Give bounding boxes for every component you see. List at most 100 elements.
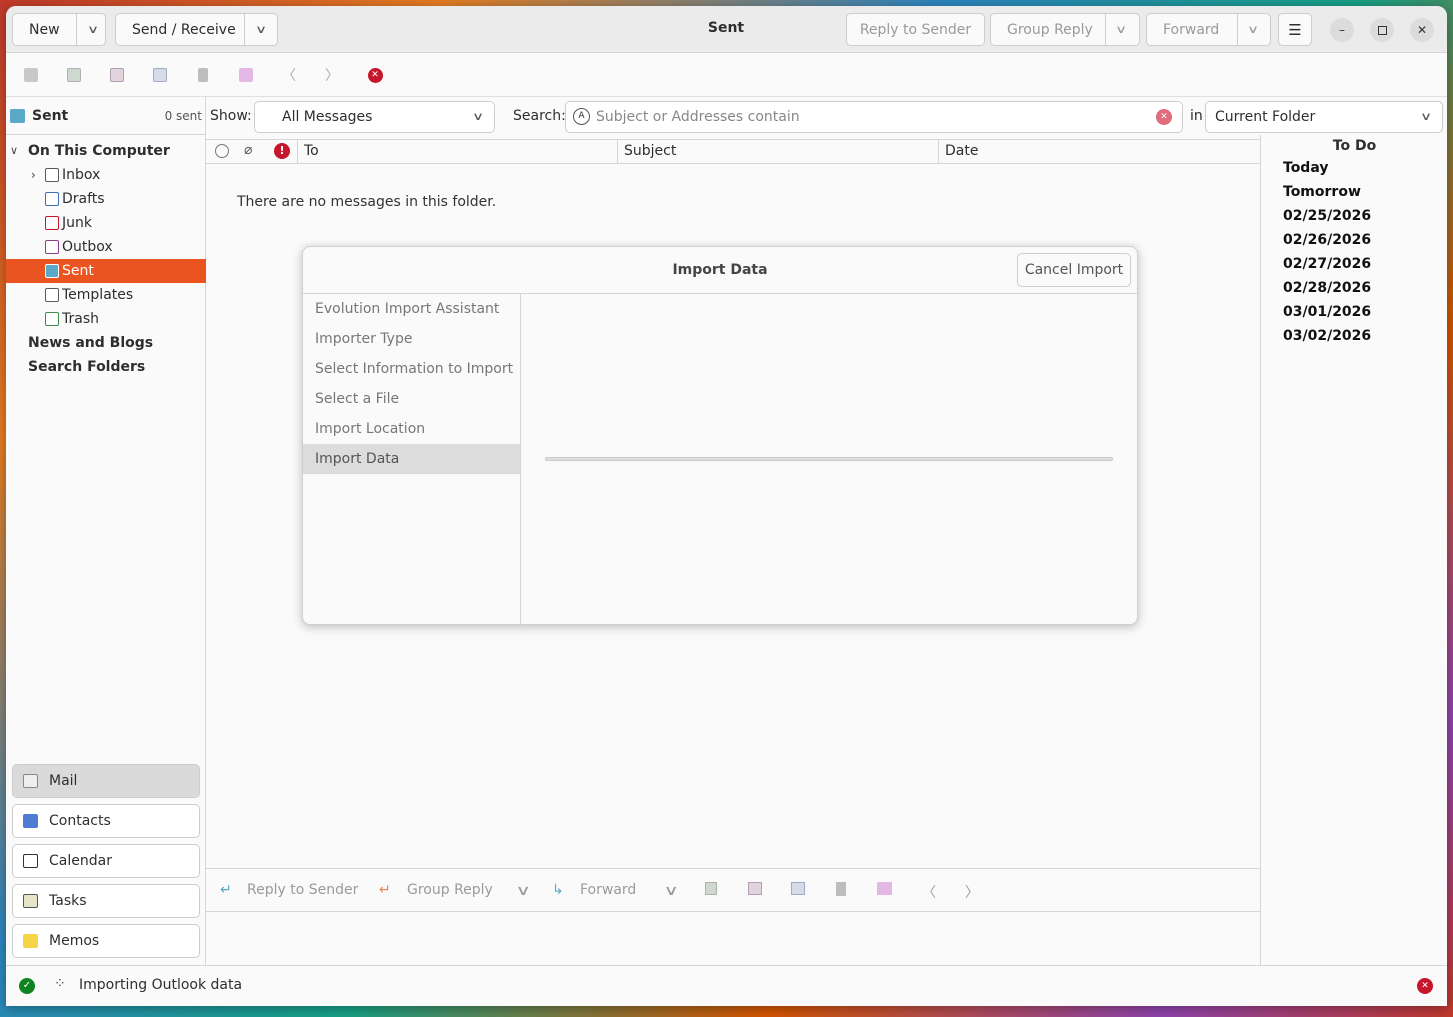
- previous-icon[interactable]: 〈: [922, 882, 936, 902]
- send-receive-button[interactable]: Send / Receive ∨: [115, 13, 278, 46]
- search-placeholder: Subject or Addresses contain: [596, 109, 800, 125]
- close-button[interactable]: ✕: [1410, 18, 1434, 42]
- account-on-this-computer[interactable]: ∨ On This Computer: [6, 139, 206, 163]
- todo-panel: To Do Today Tomorrow 02/25/2026 02/26/20…: [1260, 135, 1447, 965]
- account-search-folders[interactable]: Search Folders: [6, 355, 206, 379]
- switcher-mail-label: Mail: [49, 773, 78, 789]
- expander-closed-icon[interactable]: ›: [31, 163, 36, 187]
- chevron-down-icon[interactable]: ∨: [515, 883, 530, 899]
- menu-button[interactable]: ☰: [1278, 13, 1312, 46]
- account-label: On This Computer: [28, 143, 170, 159]
- online-status-icon[interactable]: ✓: [19, 978, 35, 994]
- hamburger-icon: ☰: [1288, 20, 1302, 39]
- group-reply-button[interactable]: Group Reply ∨: [990, 13, 1140, 46]
- print-icon[interactable]: [22, 66, 40, 84]
- folder-header: Sent 0 sent: [6, 97, 206, 135]
- switcher-mail[interactable]: Mail: [12, 764, 200, 798]
- dialog-title: Import Data: [672, 262, 768, 278]
- todo-date[interactable]: 02/26/2026: [1283, 232, 1371, 248]
- trash-icon: [45, 312, 59, 326]
- read-status-column-icon[interactable]: [215, 144, 229, 158]
- todo-date[interactable]: 02/25/2026: [1283, 208, 1371, 224]
- todo-date[interactable]: 02/28/2026: [1283, 280, 1371, 296]
- junk-icon[interactable]: [108, 66, 126, 84]
- step-evolution-import-assistant: Evolution Import Assistant: [315, 301, 500, 317]
- column-date[interactable]: Date: [938, 140, 1260, 163]
- previous-icon[interactable]: 〈: [280, 66, 298, 84]
- step-import-data: Import Data: [303, 444, 520, 474]
- preview-group-reply[interactable]: Group Reply: [407, 882, 493, 898]
- junk-icon[interactable]: [748, 882, 762, 899]
- folder-inbox[interactable]: › Inbox: [6, 163, 206, 187]
- show-filter-select[interactable]: All Messages ∨: [254, 101, 495, 133]
- image-icon[interactable]: [237, 66, 255, 84]
- reply-to-sender-button[interactable]: Reply to Sender: [846, 13, 985, 46]
- stop-icon[interactable]: ✕: [366, 66, 384, 84]
- chevron-down-icon[interactable]: ∨: [663, 883, 678, 899]
- forward-label: Forward: [1163, 21, 1220, 38]
- new-button[interactable]: New ∨: [12, 13, 106, 46]
- chevron-down-icon[interactable]: ∨: [87, 23, 99, 36]
- next-icon[interactable]: 〉: [323, 66, 341, 84]
- switcher-contacts[interactable]: Contacts: [12, 804, 200, 838]
- todo-date[interactable]: 02/27/2026: [1283, 256, 1371, 272]
- memos-icon: [23, 934, 38, 948]
- clear-search-icon[interactable]: ✕: [1156, 109, 1172, 125]
- folder-trash-label: Trash: [62, 311, 99, 327]
- todo-date-today[interactable]: Today: [1283, 160, 1328, 176]
- folder-junk[interactable]: Junk: [6, 211, 206, 235]
- folder-sent[interactable]: Sent: [6, 259, 206, 283]
- switcher-calendar-label: Calendar: [49, 853, 112, 869]
- expander-open-icon[interactable]: ∨: [10, 139, 18, 163]
- forward-button[interactable]: Forward ∨: [1146, 13, 1271, 46]
- cancel-activity-icon[interactable]: ✕: [1417, 978, 1433, 994]
- switcher-memos[interactable]: Memos: [12, 924, 200, 958]
- importance-column-icon[interactable]: !: [274, 143, 290, 159]
- templates-icon: [45, 288, 59, 302]
- image-icon[interactable]: [877, 882, 892, 899]
- switcher-contacts-label: Contacts: [49, 813, 111, 829]
- minimize-button[interactable]: –: [1330, 18, 1354, 42]
- archive-icon[interactable]: [836, 882, 846, 900]
- maximize-button[interactable]: [1370, 18, 1394, 42]
- step-importer-type: Importer Type: [315, 331, 413, 347]
- account-news-and-blogs[interactable]: News and Blogs: [6, 331, 206, 355]
- folder-drafts[interactable]: Drafts: [6, 187, 206, 211]
- next-icon[interactable]: 〉: [965, 882, 979, 902]
- not-junk-icon[interactable]: [791, 882, 805, 899]
- evolution-window: New ∨ Send / Receive ∨ Sent Reply to Sen…: [6, 6, 1447, 1006]
- chevron-down-icon[interactable]: ∨: [255, 23, 267, 36]
- chevron-down-icon[interactable]: ∨: [1247, 23, 1259, 36]
- archive-icon[interactable]: [194, 66, 212, 84]
- todo-date[interactable]: 03/01/2026: [1283, 304, 1371, 320]
- folder-sidebar: Sent 0 sent ∨ On This Computer › Inbox D…: [6, 97, 206, 965]
- search-scope-select[interactable]: Current Folder ∨: [1205, 101, 1443, 133]
- attachment-column-icon[interactable]: ⌀: [244, 142, 252, 158]
- folder-templates[interactable]: Templates: [6, 283, 206, 307]
- not-junk-icon[interactable]: [151, 66, 169, 84]
- preview-reply-to-sender[interactable]: Reply to Sender: [247, 882, 358, 898]
- search-icon[interactable]: A: [573, 108, 590, 125]
- folder-drafts-label: Drafts: [62, 191, 105, 207]
- send-receive-label: Send / Receive: [132, 21, 236, 38]
- minimize-icon: –: [1339, 23, 1345, 37]
- step-select-file: Select a File: [315, 391, 400, 407]
- chevron-down-icon: ∨: [471, 110, 485, 123]
- delete-icon[interactable]: [705, 882, 717, 899]
- preview-forward[interactable]: Forward: [580, 882, 636, 898]
- empty-folder-message: There are no messages in this folder.: [237, 194, 497, 210]
- column-to[interactable]: To: [297, 140, 617, 163]
- switcher-calendar[interactable]: Calendar: [12, 844, 200, 878]
- folder-outbox-label: Outbox: [62, 239, 113, 255]
- todo-date-tomorrow[interactable]: Tomorrow: [1283, 184, 1361, 200]
- todo-date[interactable]: 03/02/2026: [1283, 328, 1371, 344]
- search-input[interactable]: A Subject or Addresses contain ✕: [565, 101, 1183, 133]
- chevron-down-icon[interactable]: ∨: [1115, 23, 1127, 36]
- folder-outbox[interactable]: Outbox: [6, 235, 206, 259]
- switcher-tasks[interactable]: Tasks: [12, 884, 200, 918]
- delete-icon[interactable]: [65, 66, 83, 84]
- folder-trash[interactable]: Trash: [6, 307, 206, 331]
- column-subject[interactable]: Subject: [617, 140, 938, 163]
- search-scope-value: Current Folder: [1215, 109, 1316, 125]
- cancel-import-button[interactable]: Cancel Import: [1017, 253, 1131, 287]
